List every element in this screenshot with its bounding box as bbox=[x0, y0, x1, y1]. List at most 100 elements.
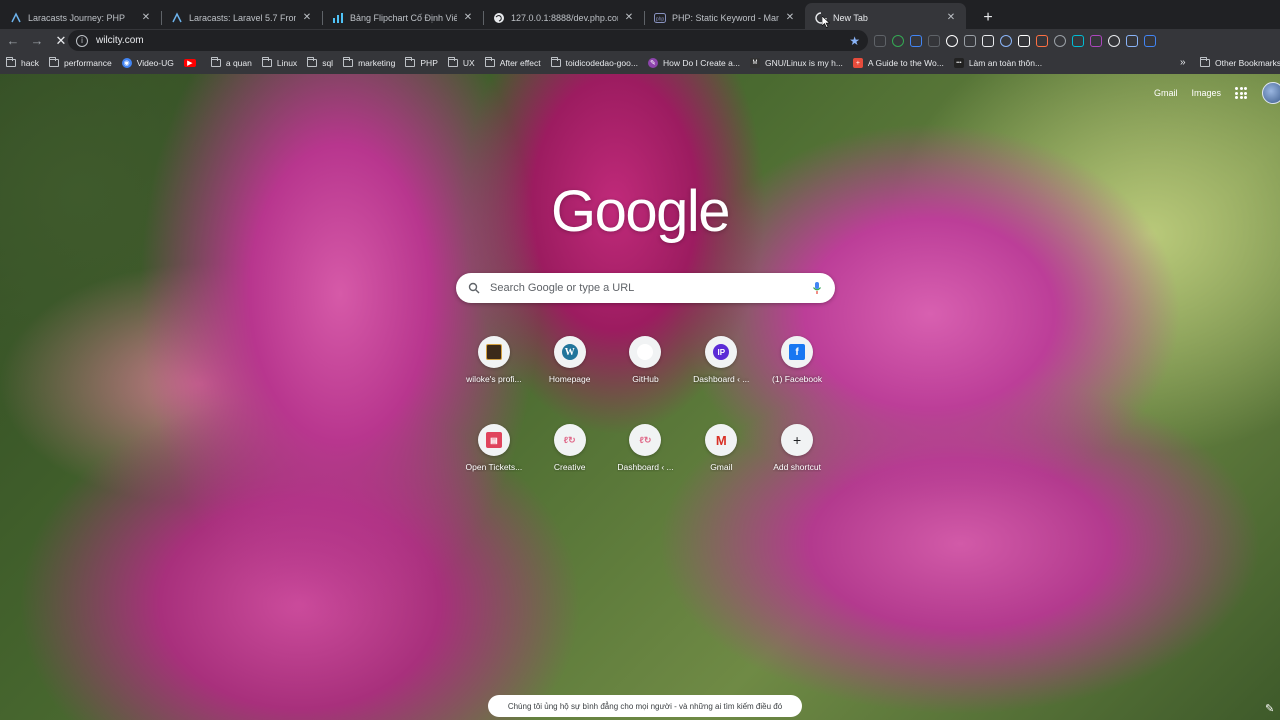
bookmark-lam-an-toan[interactable]: ••• Làm an toàn thôn... bbox=[953, 58, 1042, 68]
shortcut-dashboard-2[interactable]: ℓ↻ Dashboard ‹ ... bbox=[608, 420, 684, 496]
bookmark-label: GNU/Linux is my h... bbox=[764, 58, 843, 68]
bookmark-hack[interactable]: hack bbox=[6, 57, 39, 68]
extension-icon[interactable] bbox=[892, 34, 904, 47]
bookmark-php[interactable]: PHP bbox=[405, 57, 438, 68]
bookmark-sql[interactable]: sql bbox=[307, 57, 333, 68]
bookmark-video-ug[interactable]: ◉ Video-UG bbox=[121, 58, 174, 68]
shortcut-dashboard-1[interactable]: IP Dashboard ‹ ... bbox=[683, 332, 759, 408]
shortcut-icon-circle: f bbox=[781, 336, 814, 368]
extension-icon[interactable] bbox=[946, 34, 958, 47]
shortcut-open-tickets[interactable]: ▤ Open Tickets... bbox=[456, 420, 532, 496]
shortcut-facebook[interactable]: f (1) Facebook bbox=[759, 332, 835, 408]
extension-icon[interactable] bbox=[1054, 34, 1066, 47]
search-input[interactable]: Search Google or type a URL bbox=[490, 282, 811, 294]
tab-3[interactable]: 127.0.0.1:8888/dev.php.com/my ✕ bbox=[483, 3, 644, 32]
footer-message[interactable]: Chúng tôi ủng hộ sự bình đẳng cho mọi ng… bbox=[488, 695, 802, 717]
shortcut-label: Open Tickets... bbox=[465, 462, 523, 472]
bookmark-linux[interactable]: Linux bbox=[261, 57, 298, 68]
shortcut-add[interactable]: + Add shortcut bbox=[759, 420, 835, 496]
bookmark-after-effect[interactable]: After effect bbox=[484, 57, 541, 68]
shortcut-gmail[interactable]: M Gmail bbox=[683, 420, 759, 496]
shortcut-label: Homepage bbox=[548, 374, 591, 384]
microphone-icon[interactable] bbox=[811, 281, 823, 295]
shortcut-icon-circle: + bbox=[781, 424, 814, 456]
tab-title: Laracasts Journey: PHP bbox=[28, 12, 126, 23]
shortcut-icon-circle: ℓ↻ bbox=[629, 424, 662, 456]
back-button[interactable]: ← bbox=[2, 30, 24, 52]
google-links: Gmail Images bbox=[1154, 88, 1221, 98]
star-icon[interactable]: ★ bbox=[849, 34, 860, 48]
close-icon[interactable]: ✕ bbox=[300, 11, 314, 25]
bookmark-youtube[interactable]: ▶ bbox=[183, 59, 201, 67]
forward-button[interactable]: → bbox=[26, 30, 48, 52]
bookmark-other[interactable]: Other Bookmarks bbox=[1200, 52, 1280, 74]
gmail-link[interactable]: Gmail bbox=[1154, 88, 1178, 98]
bookmark-performance[interactable]: performance bbox=[48, 57, 112, 68]
shortcut-github[interactable]: GitHub bbox=[608, 332, 684, 408]
chart-icon bbox=[332, 12, 344, 24]
shortcut-icon-circle bbox=[477, 336, 510, 368]
bookmark-label: Other Bookmarks bbox=[1215, 58, 1280, 68]
close-icon[interactable]: ✕ bbox=[944, 11, 958, 25]
bookmark-toidicodedao[interactable]: toidicodedao-goo... bbox=[550, 57, 638, 68]
avatar[interactable] bbox=[1262, 82, 1280, 104]
creative-icon: ℓ↻ bbox=[563, 434, 576, 445]
tab-title: 127.0.0.1:8888/dev.php.com/my bbox=[511, 12, 618, 23]
new-tab-button[interactable]: + bbox=[974, 3, 1002, 32]
extension-icon[interactable] bbox=[874, 34, 886, 47]
github-icon bbox=[637, 344, 654, 360]
bookmark-guide[interactable]: + A Guide to the Wo... bbox=[852, 58, 944, 68]
creative-icon: ℓ↻ bbox=[639, 434, 652, 445]
address-bar[interactable]: i wilcity.com ★ bbox=[68, 30, 868, 51]
extension-icon[interactable] bbox=[928, 34, 940, 47]
tab-4[interactable]: php PHP: Static Keyword - Manual ✕ bbox=[644, 3, 805, 32]
url-text[interactable]: wilcity.com bbox=[96, 35, 849, 46]
shortcut-creative[interactable]: ℓ↻ Creative bbox=[532, 420, 608, 496]
close-icon[interactable]: ✕ bbox=[783, 11, 797, 25]
mouse-cursor-icon bbox=[822, 16, 830, 28]
tab-title: New Tab bbox=[833, 12, 868, 23]
google-logo: Google bbox=[550, 179, 731, 244]
more-bookmarks-icon[interactable]: » bbox=[1180, 57, 1186, 68]
tab-2[interactable]: Bảng Flipchart Cố Định Viết Bút ✕ bbox=[322, 3, 483, 32]
info-icon[interactable]: i bbox=[76, 34, 88, 47]
extension-icon[interactable] bbox=[1000, 34, 1012, 47]
extension-icon[interactable] bbox=[982, 34, 994, 47]
extension-icon[interactable] bbox=[1018, 34, 1030, 47]
plus-icon: + bbox=[792, 432, 802, 448]
bookmarks-bar: hack performance ◉ Video-UG ▶ a quan Linu… bbox=[0, 52, 1280, 74]
extension-icon[interactable] bbox=[1108, 34, 1120, 47]
bookmark-label: How Do I Create a... bbox=[662, 58, 740, 68]
close-icon[interactable]: ✕ bbox=[461, 11, 475, 25]
close-icon[interactable]: ✕ bbox=[139, 11, 153, 25]
shortcut-homepage[interactable]: W Homepage bbox=[532, 332, 608, 408]
new-tab-page: Gmail Images Google Search Google or typ… bbox=[0, 74, 1280, 720]
extension-icon[interactable] bbox=[964, 34, 976, 47]
bookmark-a-quan[interactable]: a quan bbox=[210, 57, 252, 68]
shortcut-wiloke[interactable]: wiloke's profi... bbox=[456, 332, 532, 408]
extension-icon[interactable] bbox=[1126, 34, 1138, 47]
tab-1[interactable]: Laracasts: Laravel 5.7 From Scratch ✕ bbox=[161, 3, 322, 32]
shortcut-label: Gmail bbox=[710, 462, 733, 472]
folder-icon bbox=[210, 57, 221, 67]
folder-icon bbox=[405, 57, 416, 67]
extension-icon[interactable] bbox=[910, 34, 922, 47]
extension-icon[interactable] bbox=[1144, 34, 1156, 47]
pencil-icon[interactable]: ✎ bbox=[1265, 702, 1277, 715]
images-link[interactable]: Images bbox=[1192, 88, 1222, 98]
folder-icon bbox=[261, 57, 272, 67]
search-box[interactable]: Search Google or type a URL bbox=[456, 273, 835, 303]
bookmark-label: Video-UG bbox=[136, 58, 174, 68]
bookmark-marketing[interactable]: marketing bbox=[343, 57, 395, 68]
extension-icon[interactable] bbox=[1036, 34, 1048, 47]
bookmark-ux[interactable]: UX bbox=[447, 57, 475, 68]
bookmark-how-do-i-create[interactable]: ✎ How Do I Create a... bbox=[647, 58, 740, 68]
bookmark-gnu-linux[interactable]: M GNU/Linux is my h... bbox=[749, 58, 843, 68]
shortcut-icon-circle: IP bbox=[705, 336, 738, 368]
extension-icon[interactable] bbox=[1090, 34, 1102, 47]
bookmark-label: Linux bbox=[276, 58, 298, 68]
apps-grid-icon[interactable] bbox=[1235, 87, 1247, 99]
extension-icon[interactable] bbox=[1072, 34, 1084, 47]
tab-0[interactable]: Laracasts Journey: PHP ✕ bbox=[0, 3, 161, 32]
close-icon[interactable]: ✕ bbox=[622, 11, 636, 25]
